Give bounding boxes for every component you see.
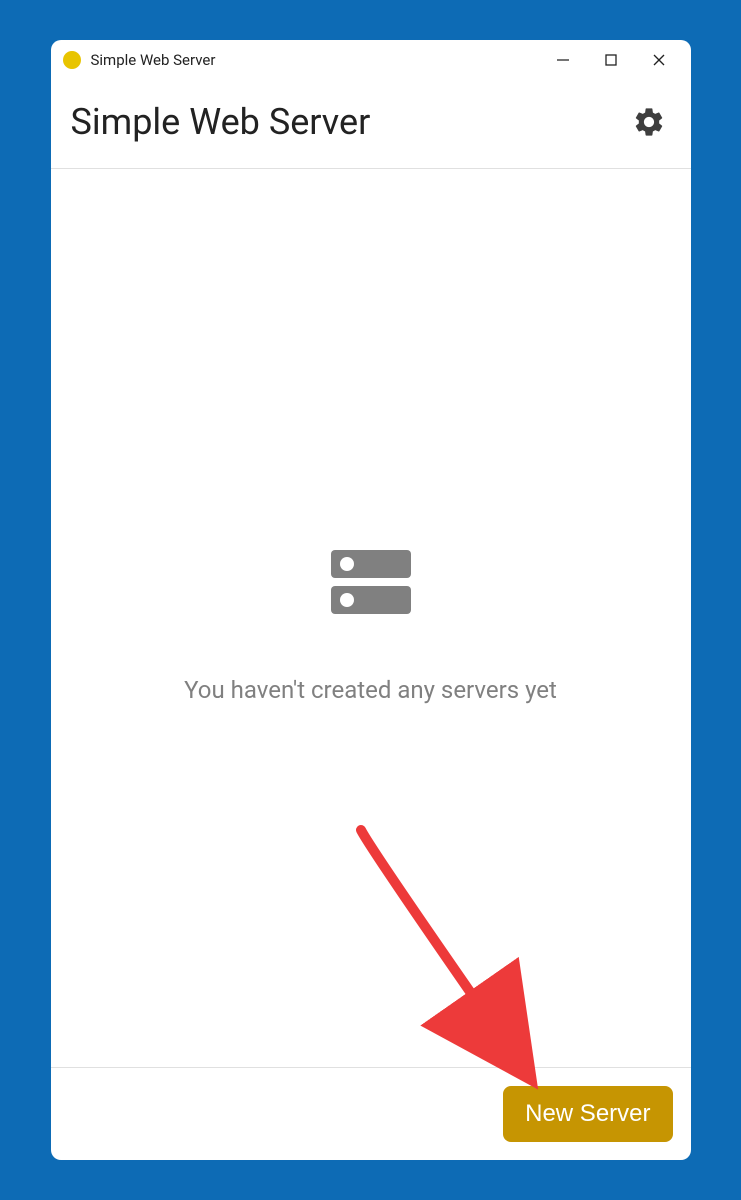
settings-button[interactable] xyxy=(627,100,671,144)
maximize-button[interactable] xyxy=(587,40,635,80)
app-window: Simple Web Server Simple Web Server xyxy=(51,40,691,1160)
titlebar-left: Simple Web Server xyxy=(63,51,216,69)
gear-icon xyxy=(632,105,666,139)
close-button[interactable] xyxy=(635,40,683,80)
header: Simple Web Server xyxy=(51,80,691,169)
empty-state-message: You haven't created any servers yet xyxy=(184,676,557,704)
server-empty-icon xyxy=(321,532,421,636)
minimize-icon xyxy=(556,53,570,67)
titlebar: Simple Web Server xyxy=(51,40,691,80)
app-icon xyxy=(63,51,81,69)
new-server-button[interactable]: New Server xyxy=(503,1086,672,1142)
minimize-button[interactable] xyxy=(539,40,587,80)
footer: New Server xyxy=(51,1067,691,1160)
page-title: Simple Web Server xyxy=(71,101,371,143)
content-area: You haven't created any servers yet xyxy=(51,169,691,1067)
titlebar-title: Simple Web Server xyxy=(91,51,216,69)
window-controls xyxy=(539,40,683,80)
maximize-icon xyxy=(604,53,618,67)
close-icon xyxy=(652,53,666,67)
